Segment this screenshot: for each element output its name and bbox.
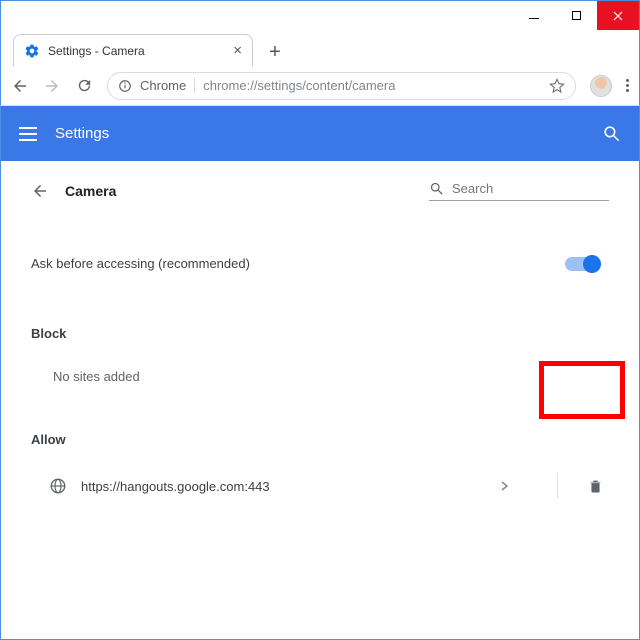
tab-title: Settings - Camera xyxy=(48,44,145,58)
reload-icon xyxy=(76,77,93,94)
allow-site-row[interactable]: https://hangouts.google.com:443 xyxy=(31,473,609,499)
window-close-button[interactable] xyxy=(597,1,639,30)
separator xyxy=(194,78,195,94)
annotation-highlight xyxy=(539,361,625,419)
search-placeholder: Search xyxy=(452,181,493,196)
settings-back-button[interactable] xyxy=(31,182,49,200)
new-tab-button[interactable]: + xyxy=(261,38,289,66)
origin-chip: Chrome xyxy=(140,78,186,93)
menu-button[interactable] xyxy=(19,127,37,141)
browser-menu-button[interactable] xyxy=(626,79,629,92)
url-text: chrome://settings/content/camera xyxy=(203,78,541,93)
search-icon xyxy=(602,124,621,143)
chevron-right-icon xyxy=(501,481,509,491)
window-minimize-button[interactable] xyxy=(513,1,555,30)
page-title: Camera xyxy=(65,183,116,199)
trash-icon xyxy=(588,478,603,495)
settings-content: Camera Search Ask before accessing (reco… xyxy=(0,161,640,640)
separator xyxy=(557,473,558,499)
ask-before-accessing-row: Ask before accessing (recommended) xyxy=(31,256,609,271)
delete-button[interactable] xyxy=(588,478,603,495)
back-button[interactable] xyxy=(11,77,29,95)
close-icon xyxy=(613,11,623,21)
search-input[interactable]: Search xyxy=(429,181,609,201)
forward-button[interactable] xyxy=(43,77,61,95)
tab-close-button[interactable]: × xyxy=(233,43,242,58)
settings-app-bar: Settings xyxy=(0,106,640,161)
star-icon xyxy=(549,78,565,94)
reload-button[interactable] xyxy=(75,77,93,95)
block-heading: Block xyxy=(31,326,609,341)
allow-heading: Allow xyxy=(31,432,609,447)
globe-icon xyxy=(49,477,67,495)
block-empty-text: No sites added xyxy=(53,369,609,384)
bookmark-button[interactable] xyxy=(549,78,565,94)
profile-avatar[interactable] xyxy=(590,75,612,97)
page-header-row: Camera Search xyxy=(31,181,609,201)
search-icon xyxy=(429,181,444,196)
arrow-right-icon xyxy=(43,77,61,95)
address-bar[interactable]: Chrome chrome://settings/content/camera xyxy=(107,72,576,100)
info-icon xyxy=(118,79,132,93)
expand-button[interactable] xyxy=(501,481,509,491)
ask-label: Ask before accessing (recommended) xyxy=(31,256,250,271)
window-titlebar xyxy=(0,0,640,30)
site-url: https://hangouts.google.com:443 xyxy=(81,479,487,494)
toggle-on-icon xyxy=(565,257,599,271)
gear-icon xyxy=(24,43,40,59)
settings-search-button[interactable] xyxy=(602,124,621,143)
ask-toggle[interactable] xyxy=(565,257,599,271)
tab-strip: Settings - Camera × + xyxy=(0,30,640,66)
app-title: Settings xyxy=(55,125,109,142)
arrow-left-icon xyxy=(11,77,29,95)
arrow-left-icon xyxy=(31,182,49,200)
toolbar: Chrome chrome://settings/content/camera xyxy=(0,66,640,106)
browser-tab[interactable]: Settings - Camera × xyxy=(13,34,253,66)
window-maximize-button[interactable] xyxy=(555,1,597,30)
